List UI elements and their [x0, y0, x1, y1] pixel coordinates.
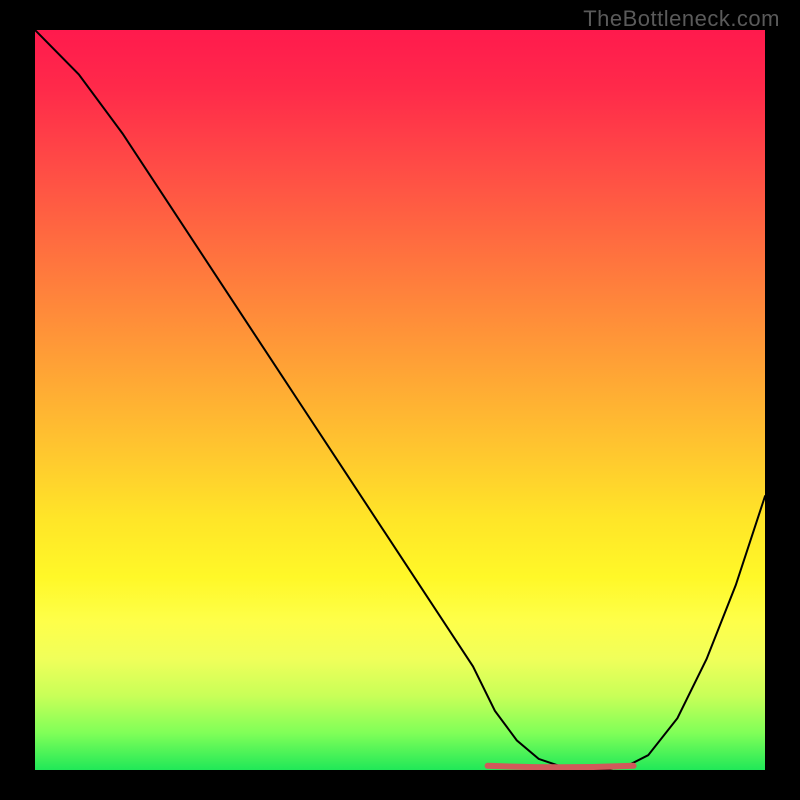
- watermark-text: TheBottleneck.com: [583, 6, 780, 32]
- plot-area: [35, 30, 765, 770]
- bottleneck-curve-line: [35, 30, 765, 770]
- valley-marker-line: [488, 766, 634, 768]
- chart-svg: [35, 30, 765, 770]
